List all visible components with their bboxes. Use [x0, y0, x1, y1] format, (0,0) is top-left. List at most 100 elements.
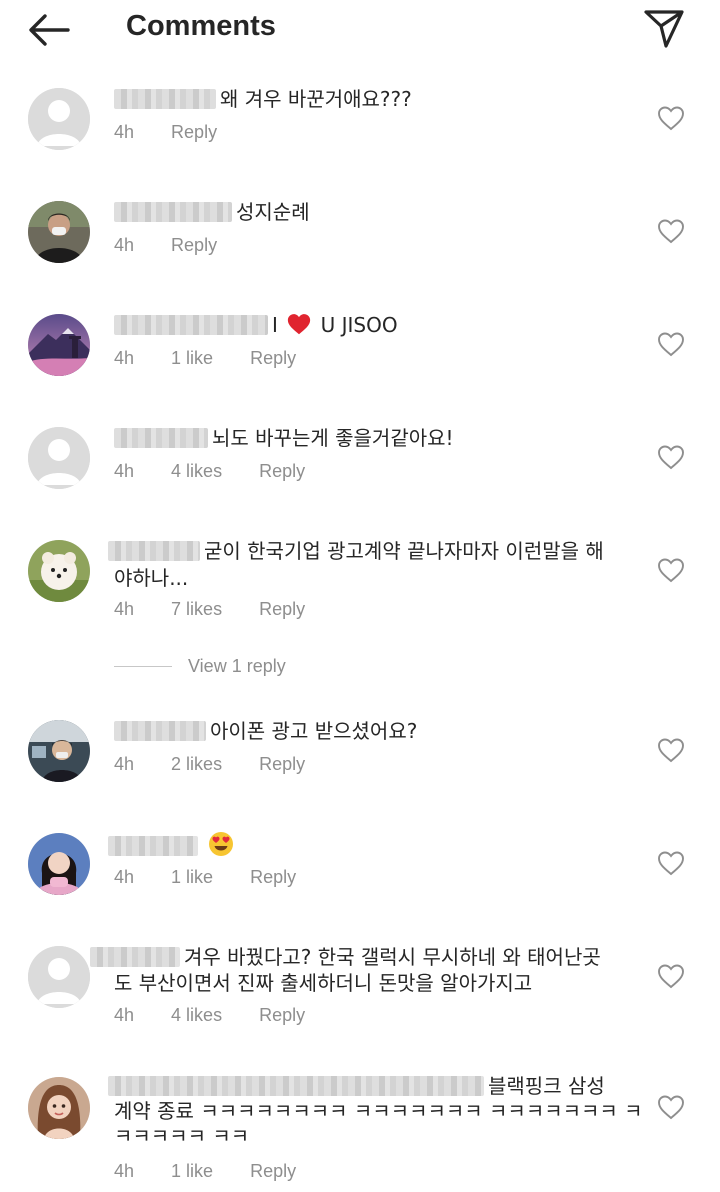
comment-meta: 4h 1 like Reply — [114, 348, 296, 369]
avatar[interactable] — [28, 833, 90, 895]
dog-photo-icon — [28, 540, 90, 602]
blurred-username[interactable] — [114, 202, 232, 222]
comment-time: 4h — [114, 867, 135, 887]
comment-meta: 4h 7 likes Reply — [114, 599, 305, 620]
heart-outline-icon — [658, 332, 684, 357]
heart-outline-icon — [658, 219, 684, 244]
comment-text — [108, 831, 234, 859]
like-count[interactable]: 7 likes — [171, 599, 222, 620]
like-count[interactable]: 1 like — [171, 1161, 213, 1182]
like-count[interactable]: 4 likes — [171, 1005, 222, 1026]
like-button[interactable] — [656, 556, 686, 584]
header-bar: Comments — [0, 0, 720, 62]
arrow-left-icon — [29, 14, 70, 46]
back-button[interactable] — [26, 10, 72, 50]
comment-meta: 4h 4 likes Reply — [114, 461, 305, 482]
user-photo-icon — [28, 720, 90, 782]
comment-text-line2: 도 부산이면서 진짜 출세하더니 돈맛을 알아가지고 — [114, 971, 533, 995]
comment-body: 겨우 바꿨다고? 한국 갤럭시 무시하네 와 태어난곳 — [184, 945, 601, 969]
like-count[interactable]: 1 like — [171, 348, 213, 369]
user-photo-icon — [28, 1077, 90, 1139]
like-button[interactable] — [656, 104, 686, 132]
user-photo-icon — [28, 833, 90, 895]
comment-body: 뇌도 바꾸는게 좋을거같아요! — [212, 426, 454, 450]
like-button[interactable] — [656, 330, 686, 358]
avatar[interactable] — [28, 720, 90, 782]
comment-text: 뇌도 바꾸는게 좋을거같아요! — [114, 425, 454, 451]
reply-button[interactable]: Reply — [259, 461, 305, 482]
comment-text: I U JISOO — [114, 312, 398, 338]
like-button[interactable] — [656, 1093, 686, 1121]
share-button[interactable] — [640, 6, 688, 50]
view-replies-button[interactable]: View 1 reply — [188, 656, 286, 677]
reply-button[interactable]: Reply — [250, 867, 296, 888]
heart-eyes-emoji — [209, 832, 234, 856]
comment-time: 4h — [114, 599, 135, 619]
heart-outline-icon — [658, 106, 684, 131]
default-avatar-icon — [28, 946, 90, 1008]
like-button[interactable] — [656, 962, 686, 990]
comment-meta: 4h 4 likes Reply — [114, 1005, 305, 1026]
avatar[interactable] — [28, 201, 90, 263]
heart-outline-icon — [658, 964, 684, 989]
blurred-username[interactable] — [114, 428, 208, 448]
comment-text: 겨우 바꿨다고? 한국 갤럭시 무시하네 와 태어난곳 — [90, 944, 601, 970]
comment-meta: 4h 1 like Reply — [114, 867, 296, 888]
comment-body: 성지순례 — [236, 200, 310, 224]
like-count[interactable]: 2 likes — [171, 754, 222, 775]
comment-time: 4h — [114, 122, 135, 142]
reply-button[interactable]: Reply — [250, 348, 296, 369]
comment-time: 4h — [114, 235, 135, 255]
comment-text: 아이폰 광고 받으셨어요? — [114, 718, 417, 744]
page-title: Comments — [126, 10, 276, 42]
blurred-username[interactable] — [114, 721, 206, 741]
like-count[interactable]: 1 like — [171, 867, 213, 888]
blurred-username[interactable] — [108, 1076, 484, 1096]
comment-text: 블랙핑크 삼성 — [108, 1073, 605, 1099]
avatar[interactable] — [28, 540, 90, 602]
comment-text-line2: 야하나... — [114, 566, 189, 590]
comment-text: 굳이 한국기업 광고계약 끝나자마자 이런말을 해 — [108, 538, 604, 564]
comment-time: 4h — [114, 1161, 135, 1181]
comment-text: 왜 겨우 바꾼거애요??? — [114, 86, 412, 112]
reply-button[interactable]: Reply — [259, 1005, 305, 1026]
like-button[interactable] — [656, 217, 686, 245]
blurred-username[interactable] — [114, 89, 216, 109]
default-avatar-icon — [28, 88, 90, 150]
heart-outline-icon — [658, 445, 684, 470]
heart-outline-icon — [658, 738, 684, 763]
red-heart-emoji — [288, 314, 311, 335]
like-button[interactable] — [656, 849, 686, 877]
reply-button[interactable]: Reply — [171, 235, 217, 256]
blurred-username[interactable] — [114, 315, 268, 335]
comment-body: I — [272, 313, 278, 337]
like-button[interactable] — [656, 443, 686, 471]
comment-text: 성지순례 — [114, 199, 310, 225]
blurred-username[interactable] — [108, 541, 200, 561]
avatar[interactable] — [28, 314, 90, 376]
comment-body: 아이폰 광고 받으셨어요? — [210, 719, 418, 743]
default-avatar-icon — [28, 427, 90, 489]
reply-button[interactable]: Reply — [259, 599, 305, 620]
avatar[interactable] — [28, 1077, 90, 1139]
comment-time: 4h — [114, 1005, 135, 1025]
comment-meta: 4h 1 like Reply — [114, 1161, 296, 1182]
comment-body: 왜 겨우 바꾼거애요??? — [220, 87, 412, 111]
comment-text-line3: ㅋㅋㅋㅋㅋ ㅋㅋ — [114, 1124, 250, 1148]
heart-outline-icon — [658, 851, 684, 876]
comment-body: 굳이 한국기업 광고계약 끝나자마자 이런말을 해 — [204, 539, 604, 563]
paper-plane-icon — [644, 10, 684, 48]
heart-outline-icon — [658, 1095, 684, 1120]
comment-meta: 4h 2 likes Reply — [114, 754, 305, 775]
avatar[interactable] — [28, 946, 90, 1008]
blurred-username[interactable] — [108, 836, 198, 856]
avatar[interactable] — [28, 88, 90, 150]
reply-button[interactable]: Reply — [171, 122, 217, 143]
blurred-username[interactable] — [90, 947, 180, 967]
avatar[interactable] — [28, 427, 90, 489]
reply-button[interactable]: Reply — [259, 754, 305, 775]
user-photo-icon — [28, 201, 90, 263]
like-count[interactable]: 4 likes — [171, 461, 222, 482]
reply-button[interactable]: Reply — [250, 1161, 296, 1182]
like-button[interactable] — [656, 736, 686, 764]
